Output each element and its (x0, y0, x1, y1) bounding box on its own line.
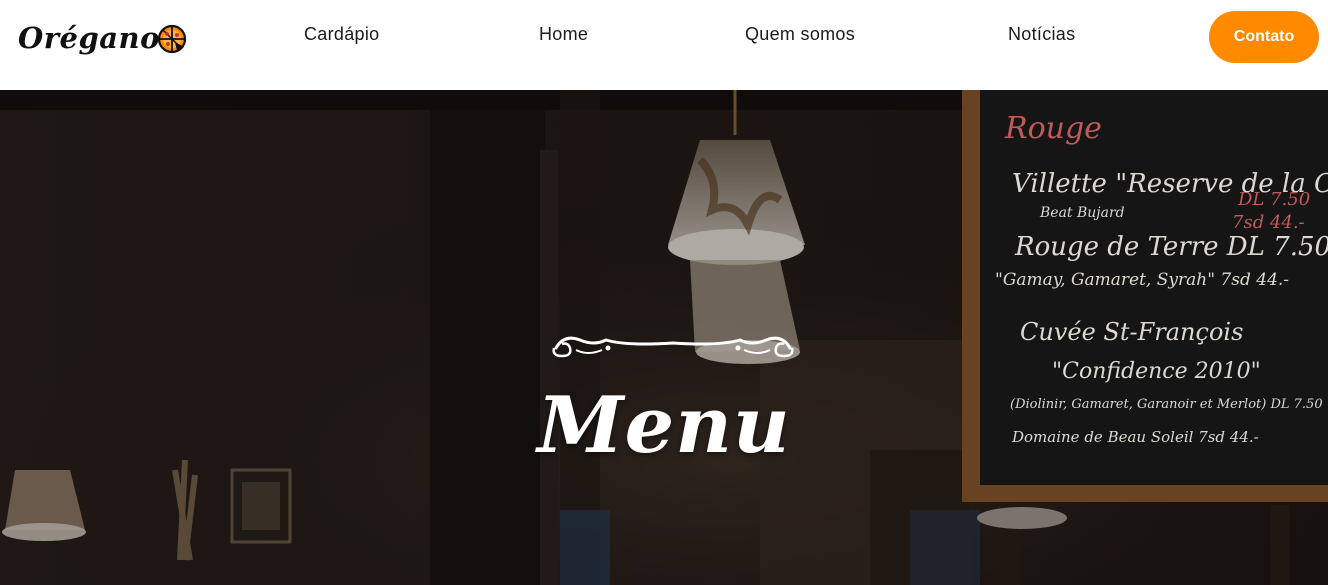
pizza-icon (157, 24, 187, 54)
chalk-line-5: 7sd 44.- (1232, 212, 1305, 233)
hero-title: Menu (537, 380, 791, 471)
site-header: Orégano Cardápio Home Quem somos Notícia… (0, 0, 1328, 90)
nav-quem-somos[interactable]: Quem somos (745, 24, 855, 45)
chalk-line-6: Rouge de Terre DL 7.50 (1014, 232, 1328, 262)
logo[interactable]: Orégano (18, 18, 187, 58)
chalk-line-4: DL 7.50 (1237, 189, 1310, 210)
chalk-line-8: Cuvée St-François (1020, 318, 1243, 346)
chalk-line-1: Rouge (1004, 111, 1102, 146)
nav-noticias[interactable]: Notícias (1008, 24, 1075, 45)
chalk-line-7: "Gamay, Gamaret, Syrah" 7sd 44.- (995, 270, 1289, 290)
hero-banner: Rouge Villette "Reserve de la Cave" Beat… (0, 90, 1328, 585)
nav-home[interactable]: Home (539, 24, 588, 45)
nav-cardapio[interactable]: Cardápio (304, 24, 379, 45)
logo-text: Orégano (18, 21, 160, 55)
chalk-line-3: Beat Bujard (1039, 205, 1125, 221)
flourish-ornament (552, 336, 794, 358)
contact-button[interactable]: Contato (1209, 11, 1319, 63)
